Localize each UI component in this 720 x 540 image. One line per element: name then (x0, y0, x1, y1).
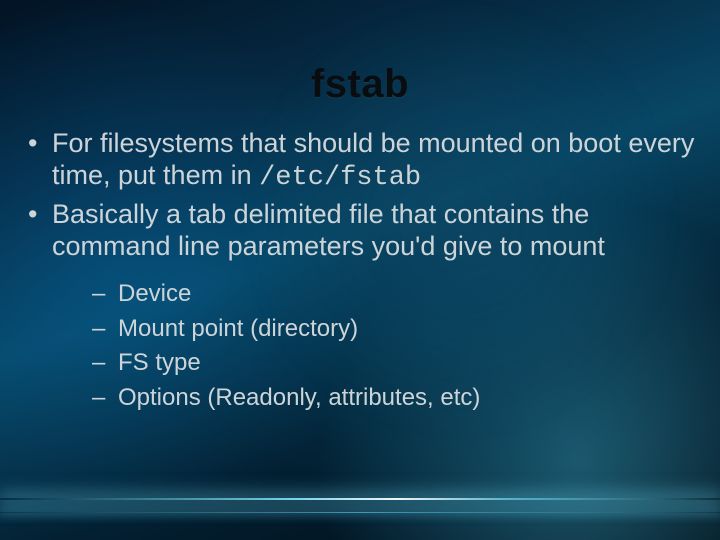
slide-body: For filesystems that should be mounted o… (18, 128, 696, 418)
sub-bullet-text: FS type (118, 349, 201, 376)
bullet-item: Basically a tab delimited file that cont… (18, 199, 696, 414)
bullet-item: For filesystems that should be mounted o… (18, 128, 696, 195)
bullet-list: For filesystems that should be mounted o… (18, 128, 696, 414)
slide: fstab For filesystems that should be mou… (0, 0, 720, 540)
bullet-text: Basically a tab delimited file that cont… (52, 199, 605, 261)
decorative-streak (0, 512, 720, 513)
sub-bullet-text: Options (Readonly, attributes, etc) (118, 384, 480, 411)
sub-bullet-text: Mount point (directory) (118, 315, 358, 342)
sub-bullet-item: Options (Readonly, attributes, etc) (52, 382, 696, 414)
bullet-code: /etc/fstab (259, 163, 421, 193)
sub-bullet-text: Device (118, 280, 191, 307)
slide-title: fstab (0, 62, 720, 107)
sub-bullet-list: Device Mount point (directory) FS type O… (52, 278, 696, 414)
sub-bullet-item: FS type (52, 347, 696, 379)
sub-bullet-item: Mount point (directory) (52, 313, 696, 345)
sub-bullet-item: Device (52, 278, 696, 310)
